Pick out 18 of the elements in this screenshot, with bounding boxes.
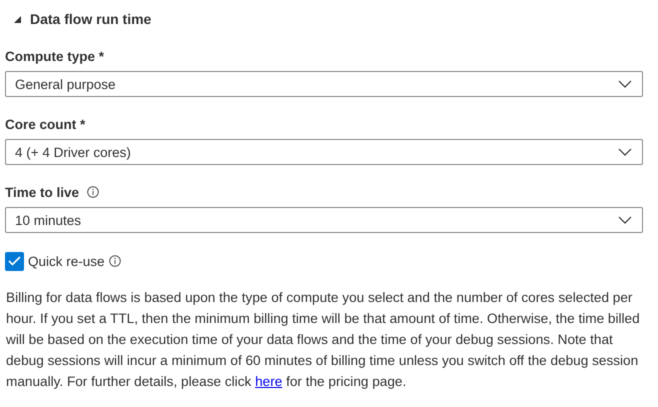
field-label: Compute type * — [5, 48, 104, 64]
chevron-down-icon — [618, 148, 632, 156]
pricing-link[interactable]: here — [255, 374, 282, 389]
checkmark-icon — [8, 256, 21, 266]
info-icon[interactable] — [87, 186, 100, 198]
chevron-down-icon — [618, 216, 632, 224]
collapse-triangle-icon[interactable] — [13, 14, 22, 24]
field-label: Core count * — [5, 116, 86, 132]
dropdown[interactable]: 10 minutes — [5, 207, 643, 233]
dropdown[interactable]: General purpose — [5, 71, 643, 97]
checkbox-label: Quick re-use — [28, 254, 105, 268]
section-title: Data flow run time — [30, 11, 152, 27]
field-label: Time to live — [5, 184, 80, 200]
billing-note: Billing for data flows is based upon the type of compute you select and the number of cores selected per hour. If you set a TTL, then the minimum billing time will be that amount of time. Otherwise, the time billed will be based on the execution time of your data flows and the time of your debug sessions. Note that debug sessions will incur a minimum of 60 minutes of billing time unless you switch off the debug session manually. For further details, please click here for the pricing page. — [5, 289, 641, 391]
chevron-down-icon — [618, 80, 632, 88]
dropdown[interactable]: 4 (+ 4 Driver cores) — [5, 139, 643, 165]
checkbox[interactable] — [5, 252, 24, 270]
info-icon[interactable] — [108, 255, 121, 267]
